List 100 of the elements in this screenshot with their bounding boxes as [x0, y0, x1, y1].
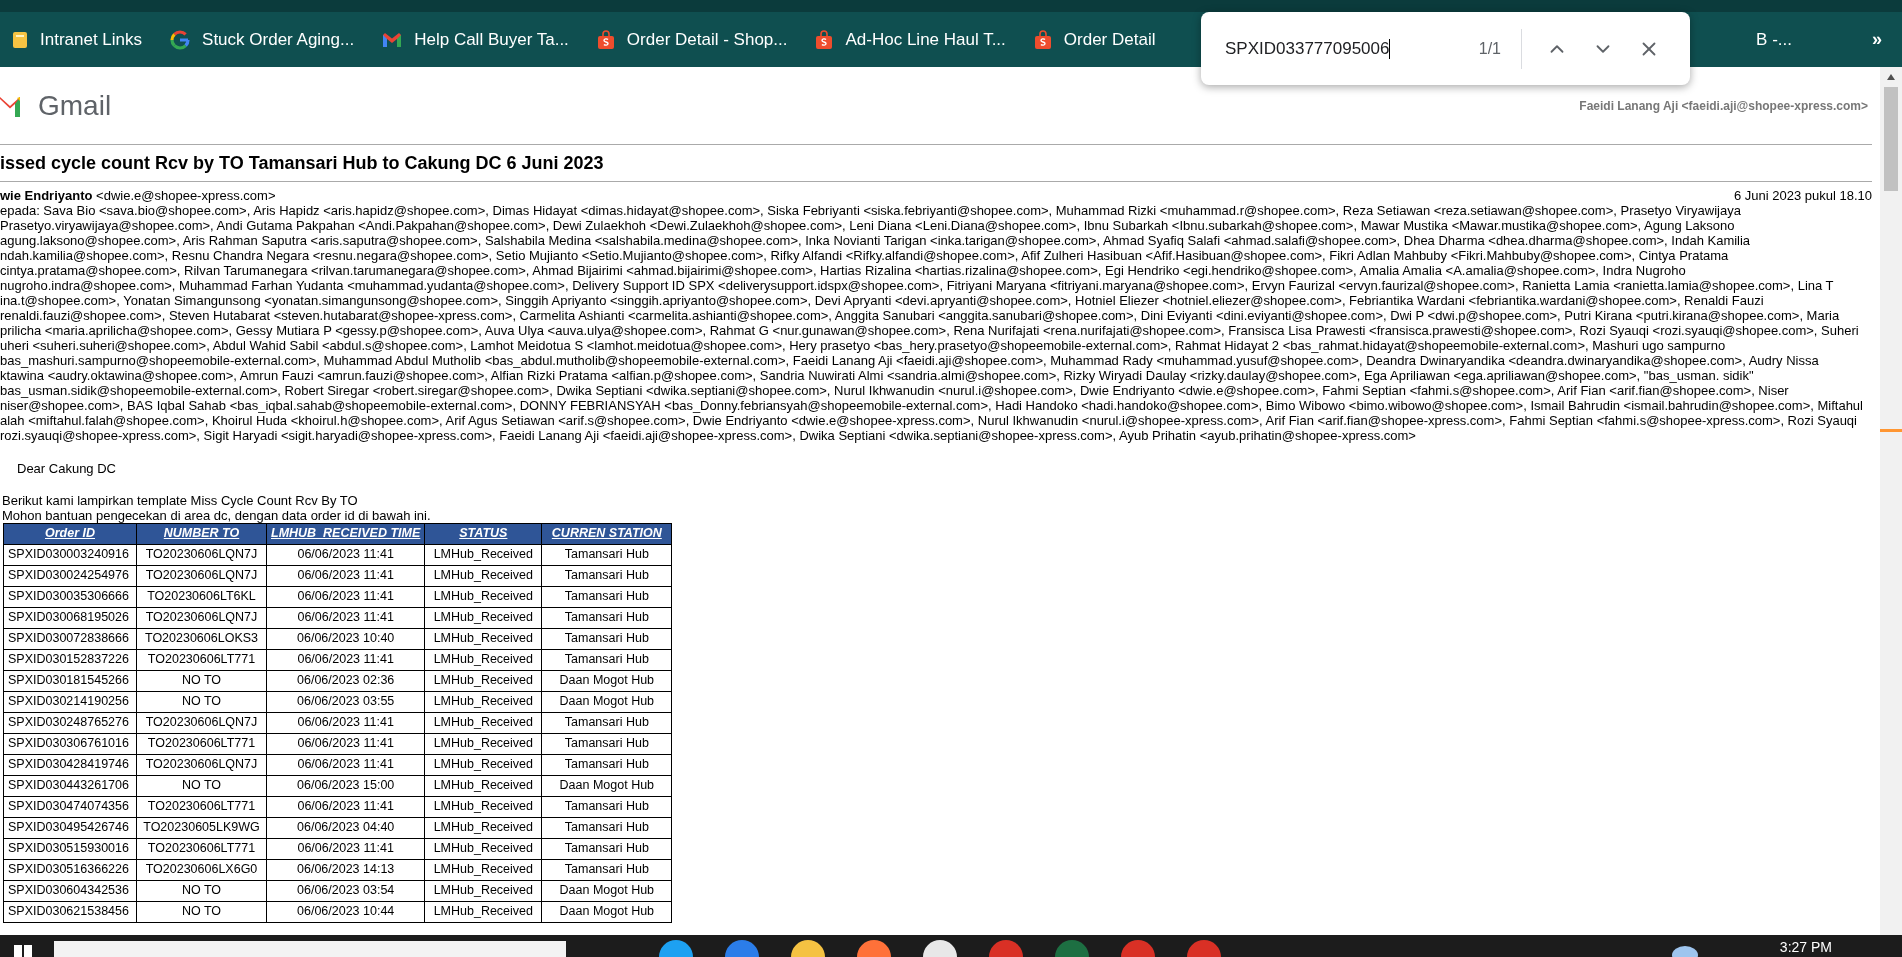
table-cell: SPXID030428419746 — [3, 754, 137, 775]
table-cell: 06/06/2023 11:41 — [266, 565, 425, 586]
table-cell: SPXID030181545266 — [3, 670, 137, 691]
bookmark-link[interactable]: Intranet Links — [4, 26, 151, 53]
table-cell: SPXID030621538456 — [3, 901, 137, 922]
cloud-icon — [1669, 943, 1700, 957]
table-cell: 06/06/2023 11:41 — [266, 796, 425, 817]
table-cell: Daan Mogot Hub — [541, 670, 672, 691]
table-cell: TO20230606LT771 — [136, 796, 267, 817]
sender-line: wie Endriyanto <dwie.e@shopee-xpress.com> — [0, 188, 276, 203]
table-cell: 06/06/2023 14:13 — [266, 859, 425, 880]
table-cell: SPXID030604342536 — [3, 880, 137, 901]
table-cell: SPXID030003240916 — [3, 544, 137, 565]
bookmark-link[interactable]: Ad-Hoc Line Haul T... — [807, 26, 1014, 53]
email-date: 6 Juni 2023 pukul 18.10 — [1733, 188, 1872, 203]
table-cell: SPXID030024254976 — [3, 565, 137, 586]
scrollbar-thumb[interactable] — [1884, 87, 1898, 191]
recipient-line: bas_mashuri.sampurno@shopeemobile-external.com>, Muhammad Abdul Mutholib <bas_abdul.mutholib@shopeemobile-external.com>, Faeidi Lanang Aji <faeidi.aji@shopee.com>, Muhammad Rady <muhammad.yusuf@shopee.com>, Deandra Dwinaryandika <deandra.dwinaryandika@shopee.com>, Audry Nissa — [0, 353, 1820, 368]
table-cell: 06/06/2023 10:44 — [266, 901, 425, 922]
match-count: 1/1 — [1478, 38, 1501, 59]
account-label: Faeidi Lanang Aji <faeidi.aji@shopee-xpress.com> — [1579, 97, 1868, 115]
app-icon[interactable] — [790, 939, 826, 957]
table-cell: LMHub_Received — [424, 565, 542, 586]
email-subject: issed cycle count Rcv by TO Tamansari Hub to Cakung DC 6 Juni 2023 — [0, 151, 605, 175]
envelope-m-icon — [382, 31, 403, 48]
table-cell: 06/06/2023 11:41 — [266, 586, 425, 607]
table-cell: TO20230606LQN7J — [136, 544, 267, 565]
column-header: Order ID — [3, 523, 137, 544]
recipient-line: rozi.syauqi@shopee-xpress.com>, Sigit Haryadi <sigit.haryadi@shopee-xpress.com>, Faeidi Lanang Aji <faeidi.aji@shopee-xpress.com>, Dwika Septiani <dwika.septiani@shopee-xpress.com>, Ayub Prihatin <ayub.prihatin@shopee-xpress.com> — [0, 428, 1417, 443]
table-cell: SPXID030495426746 — [3, 817, 137, 838]
table-cell: SPXID030068195026 — [3, 607, 137, 628]
table-cell: LMHub_Received — [424, 859, 542, 880]
table-cell: SPXID030443261706 — [3, 775, 137, 796]
recipient-line: Prasetyo.viryawijaya@shopee.com>, Andi Gutama Pakpahan <Andi.Pakpahan@shopee.com>, Dewi Zulaekhoh <Dewi.Zulaekhoh@shopee.com>, Leni Diana <Leni.Diana@shopee.com>, Ibnu Subarkah <Ibnu.subarkah@shopee.com>, Mawar Mustika <Mawar.mustika@shopee.com>, Agung Laksono — [0, 218, 1736, 233]
table-cell: TO20230606LOKS3 — [136, 628, 267, 649]
app-icon[interactable] — [856, 939, 892, 957]
table-cell: LMHub_Received — [424, 544, 542, 565]
table-cell: LMHub_Received — [424, 586, 542, 607]
table-cell: Tamansari Hub — [541, 565, 672, 586]
table-cell: LMHub_Received — [424, 880, 542, 901]
table-cell: SPXID030306761016 — [3, 733, 137, 754]
table-cell: Tamansari Hub — [541, 796, 672, 817]
table-cell: 06/06/2023 15:00 — [266, 775, 425, 796]
recipient-line: niser@shopee.com>, BAS Iqbal Sahab <bas_iqbal.sahab@shopeemobile-external.com>, DONNY FEBRIANSYAH <bas_Donny.febriansyah@shopeemobile-external.com>, Hadi Handoko <hadi.handoko@shopee.com>, Bimo Wibowo <bimo.wibowo@shopee.com>, Ismail Bahrudin <ismail.bahrudin@shopee.com>, Miftahul — [0, 398, 1864, 413]
bookmark-link[interactable]: Help Call Buyer Ta... — [374, 26, 577, 53]
recipient-line: alah <miftahul.falah@shopee.com>, Khoirul Huda <khoirul.h@shopee.com>, Arif Agus Setiawan <arif.s@shopee.com>, Dwie Endriyanto <dwie.e@shopee-xpress.com>, Nurul Ikhwanudin <nurul.i@shopee-xpress.com>, Arif Fian <arif.fian@shopee-xpress.com>, Fahmi Septian <fahmi.s@shopee-xpress.com>, Rozi Syauqi — [0, 413, 1858, 428]
table-cell: TO20230606LQN7J — [136, 565, 267, 586]
table-cell: LMHub_Received — [424, 691, 542, 712]
table-cell: LMHub_Received — [424, 754, 542, 775]
table-cell: TO20230606LT771 — [136, 838, 267, 859]
table-cell: Daan Mogot Hub — [541, 880, 672, 901]
greeting-text: Dear Cakung DC — [16, 460, 117, 478]
table-cell: 06/06/2023 11:41 — [266, 754, 425, 775]
clock-time: 3:27 PM — [1779, 938, 1832, 957]
table-cell: Tamansari Hub — [541, 649, 672, 670]
table-cell: LMHub_Received — [424, 796, 542, 817]
column-header: CURREN STATION — [541, 523, 672, 544]
table-cell: SPXID030515930016 — [3, 838, 137, 859]
recipient-line: agung.laksono@shopee.com>, Aris Rahman Saputra <aris.saputra@shopee.com>, Salshabila Medina <salshabila.medina@shopee.com>, Inka Novianti Tarigan <inka.tarigan@shopee.com>, Ahmad Syafiq Salafi <ahmad.salafi@shopee.com>, Dhea Dharma <dhea.dharma@shopee.com>, Indah Kamilia — [0, 233, 1752, 248]
table-cell: LMHub_Received — [424, 670, 542, 691]
google-logo-icon — [170, 29, 191, 50]
app-icon[interactable] — [922, 939, 958, 957]
table-cell: TO20230606LQN7J — [136, 607, 267, 628]
table-cell: 06/06/2023 11:41 — [266, 544, 425, 565]
body-text: Mohon bantuan pengecekan di area dc, dengan data order id di bawah ini. — [2, 507, 432, 523]
windows-logo-icon — [14, 945, 32, 957]
bookmark-link[interactable]: Stuck Order Aging... — [162, 26, 363, 53]
table-cell: Tamansari Hub — [541, 544, 672, 565]
bookmark-link[interactable]: Order Detail - Shop... — [588, 26, 796, 53]
table-cell: LMHub_Received — [424, 607, 542, 628]
bookmarks-overflow-button[interactable]: » — [1872, 26, 1882, 53]
table-cell: Daan Mogot Hub — [541, 775, 672, 796]
table-cell: NO TO — [136, 880, 267, 901]
table-cell: NO TO — [136, 775, 267, 796]
recipient-line: cintya.pratama@shopee.com>, Rilvan Tarumanegara <rilvan.tarumanegara@shopee.com>, Ahmad Bijairimi <ahmad.bijairimi@shopee.com>, Hartias Rizalina <hartias.rizalina@shopee.com>, Egi Hendriko <egi.hendriko@shopee.com>, Amalia Amalia <A.amalia@shopee.com>, Indra Nugroho — [0, 263, 1687, 278]
shopping-bag-icon — [815, 29, 834, 50]
scroll-up-arrow-icon — [1886, 73, 1896, 81]
recipient-line: ktawina <audry.oktawina@shopee.com>, Amrun Fauzi <amrun.fauzi@shopee.com>, Alfian Rizki Pratama <alfian.p@shopee.com>, Sandria Nuwirati Almi <sandria.almi@shopee.com>, Rizky Wiryadi Daulay <rizky.daulay@shopee.com>, Ega Apriliawan <ega.apriliawan@shopee.com>, "bas_usman. sidik" — [0, 368, 1755, 383]
table-cell: Tamansari Hub — [541, 838, 672, 859]
app-icon[interactable] — [658, 939, 694, 957]
gmail-wordmark: Gmail — [38, 88, 112, 123]
table-cell: Tamansari Hub — [541, 754, 672, 775]
recipient-line: nugroho.indra@shopee.com>, Muhammad Farhan Yudanta <muhammad.yudanta@shopee.com>, Delivery Support ID SPX <deliverysupport.idspx@shopee.com>, Fitriyani Maryana <fitriyani.maryana@shopee.com>, Ervyn Faurizal <ervyn.faurizal@shopee.com>, Ranietta Lamia <ranietta.lamia@shopee.com>, Lina T — [0, 278, 1835, 293]
table-cell: LMHub_Received — [424, 838, 542, 859]
table-cell: Daan Mogot Hub — [541, 691, 672, 712]
table-cell: 06/06/2023 11:41 — [266, 607, 425, 628]
bookmark-link[interactable]: B -... — [1756, 26, 1792, 53]
find-input[interactable]: SPXID033777095006 — [1225, 35, 1479, 62]
table-cell: SPXID030214190256 — [3, 691, 137, 712]
table-cell: TO20230606LQN7J — [136, 712, 267, 733]
recipient-line: uheri <suheri.suheri@shopee.com>, Abdul Wahid Sabil <abdul.s@shopee.com>, Lamhot Meidotua S <lamhot.meidotua@shopee.com>, Hery prasetyo <bas_hery.prasetyo@shopeemobile-external.com>, Rahmat Hidayat 2 <bas_rahmat.hidayat@shopeemobile-external.com>, Mashuri ugo sampurno — [0, 338, 1727, 353]
table-cell: 06/06/2023 03:54 — [266, 880, 425, 901]
shopping-bag-icon — [1033, 29, 1052, 50]
table-cell: 06/06/2023 11:41 — [266, 649, 425, 670]
table-cell: TO20230606LX6G0 — [136, 859, 267, 880]
table-cell: TO20230605LK9WG — [136, 817, 267, 838]
bookmark-link[interactable]: Order Detail — [1025, 26, 1164, 53]
table-cell: SPXID030248765276 — [3, 712, 137, 733]
table-cell: LMHub_Received — [424, 712, 542, 733]
table-cell: 06/06/2023 11:41 — [266, 712, 425, 733]
